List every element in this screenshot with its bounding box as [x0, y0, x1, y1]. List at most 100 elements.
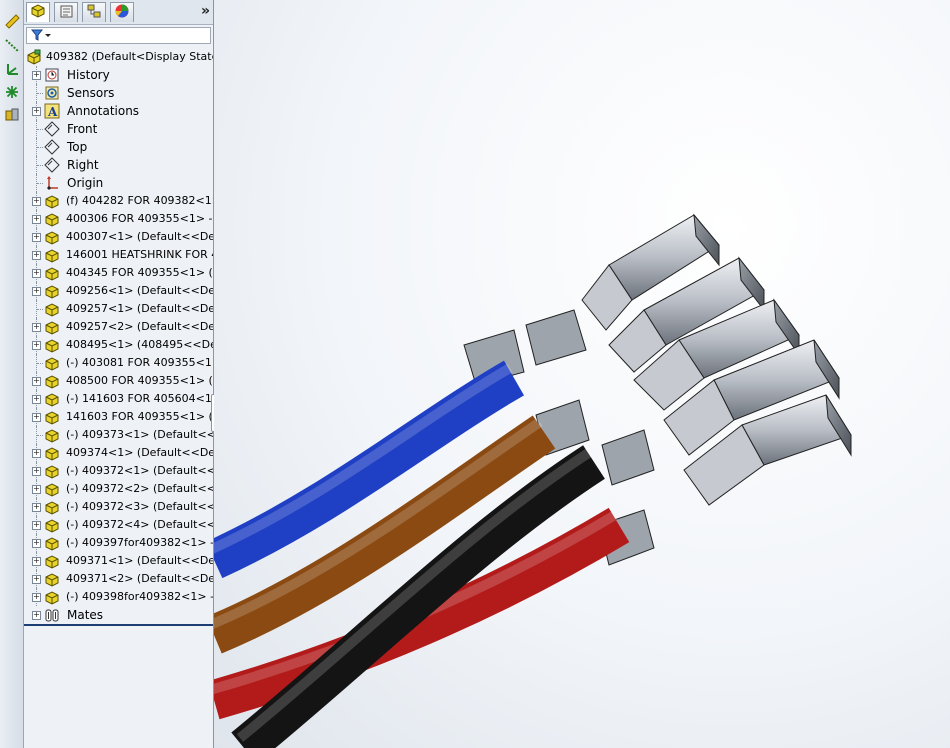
component-item[interactable]: +409371<1> (Default<<Defa [24, 552, 214, 570]
component-item[interactable]: + (-) 409398for409382<1> -> [24, 588, 213, 606]
tree-item-label: Front [67, 122, 98, 136]
tree-item-right-plane[interactable]: Right [24, 156, 213, 174]
expand-toggle[interactable]: + [32, 323, 41, 332]
smart-dimension-icon[interactable] [3, 12, 21, 30]
tree-item-top-plane[interactable]: Top [24, 138, 213, 156]
reference-point-icon[interactable] [3, 83, 21, 101]
component-label: 404345 FOR 409355<1> (De [66, 266, 214, 279]
tree-item-mates[interactable]: + Mates [24, 606, 213, 624]
expand-toggle[interactable]: + [32, 539, 41, 548]
component-label: 409256<1> (Default<<Defa [66, 284, 214, 297]
component-item[interactable]: +146001 HEATSHRINK FOR 40 [24, 246, 213, 264]
component-item[interactable]: + (-) 409397for409382<1> -> [24, 534, 214, 552]
feature-tree-icon [30, 3, 46, 22]
expand-panel-button[interactable]: » [201, 3, 210, 19]
crimp-tab [525, 309, 587, 366]
component-item[interactable]: +408495<1> (408495<<Defau [24, 336, 213, 354]
component-item[interactable]: +409374<1> (Default<<Defa [24, 444, 214, 462]
component-item[interactable]: +409371<2> (Default<<Defa [24, 570, 214, 588]
tree-item-front-plane[interactable]: Front [24, 120, 213, 138]
assembly-icon [44, 463, 60, 479]
component-item[interactable]: +408500 FOR 409355<1> (De [24, 372, 213, 390]
expand-toggle[interactable]: + [32, 197, 41, 206]
expand-toggle[interactable]: + [32, 449, 41, 458]
tree-connector [37, 147, 43, 148]
component-label: (f) 404282 FOR 409382<1> - [66, 194, 214, 207]
expand-toggle[interactable]: + [32, 485, 41, 494]
expand-toggle[interactable]: + [32, 557, 41, 566]
tree-item-label: Annotations [67, 104, 140, 118]
component-item[interactable]: (-) 403081 FOR 409355<1> ( [24, 354, 213, 372]
sketch-line-icon[interactable] [3, 36, 21, 54]
tree-item-origin[interactable]: Origin [24, 174, 213, 192]
assembly-icon [44, 193, 60, 209]
component-label: (-) 409372<4> (Default<<De [66, 518, 213, 531]
component-item[interactable]: + (-) 141603 FOR 405604<1> ( [24, 390, 213, 408]
assembly-icon [44, 535, 60, 551]
mate-icon[interactable] [3, 106, 21, 124]
component-item[interactable]: + (-) 409372<4> (Default<<De [24, 516, 213, 534]
expand-toggle[interactable]: + [32, 71, 41, 80]
sensors-icon [44, 85, 60, 101]
component-item[interactable]: + (f) 404282 FOR 409382<1> - [24, 192, 214, 210]
assembly-icon [26, 49, 42, 65]
expand-toggle[interactable]: + [32, 413, 41, 422]
component-item[interactable]: 409257<1> (Default<<Defa [24, 300, 214, 318]
assembly-icon [44, 283, 60, 299]
expand-toggle[interactable]: + [32, 467, 41, 476]
filter-icon[interactable] [30, 29, 53, 45]
assembly-icon [44, 391, 60, 407]
component-label: (-) 409372<3> (Default<<De [66, 500, 213, 513]
tree-item-annotations[interactable]: + A Annotations [24, 102, 213, 120]
component-item[interactable]: + (-) 409372<1> (Default<<De [24, 462, 213, 480]
assembly-icon [44, 319, 60, 335]
expand-toggle[interactable]: + [32, 521, 41, 530]
display-manager-tab[interactable] [110, 2, 134, 22]
expand-toggle[interactable]: + [32, 341, 41, 350]
component-label: 408495<1> (408495<<Defau [66, 338, 213, 351]
assembly-icon [44, 553, 60, 569]
expand-toggle[interactable]: + [32, 269, 41, 278]
expand-toggle[interactable]: + [32, 215, 41, 224]
component-item[interactable]: + (-) 409372<2> (Default<<De [24, 480, 213, 498]
component-item[interactable]: (-) 409373<1> (Default<<De [24, 426, 213, 444]
expand-toggle[interactable]: + [32, 107, 41, 116]
assembly-icon [44, 355, 60, 371]
svg-text:A: A [47, 105, 58, 119]
component-label: 409374<1> (Default<<Defa [66, 446, 214, 459]
property-manager-tab[interactable] [54, 2, 78, 22]
expand-toggle[interactable]: + [32, 233, 41, 242]
component-label: (-) 409397for409382<1> -> [66, 536, 214, 549]
expand-toggle[interactable]: + [32, 377, 41, 386]
component-label: 409371<2> (Default<<Defa [66, 572, 214, 585]
expand-toggle[interactable]: + [32, 287, 41, 296]
expand-toggle[interactable]: + [32, 395, 41, 404]
component-item[interactable]: +409257<2> (Default<<Defa [24, 318, 213, 336]
tree-root[interactable]: 409382 (Default<Display State- [24, 48, 213, 66]
assembly-model[interactable] [214, 0, 950, 748]
mates-icon [44, 607, 60, 623]
component-item[interactable]: +400307<1> (Default<<Defa [24, 228, 213, 246]
component-label: 409257<1> (Default<<Defa [66, 302, 214, 315]
coordinate-system-icon[interactable] [3, 60, 21, 78]
expand-toggle[interactable]: + [32, 251, 41, 260]
tree-filter-box[interactable] [26, 27, 211, 44]
tree-item-sensors[interactable]: Sensors [24, 84, 213, 102]
tree-connector [37, 363, 43, 364]
component-label: (-) 409373<1> (Default<<De [66, 428, 213, 441]
component-label: 409371<1> (Default<<Defa [66, 554, 214, 567]
configuration-manager-tab[interactable] [82, 2, 106, 22]
component-item[interactable]: +404345 FOR 409355<1> (De [24, 264, 214, 282]
component-item[interactable]: +141603 FOR 409355<1> (De [24, 408, 213, 426]
graphics-viewport[interactable] [214, 0, 950, 748]
expand-toggle[interactable]: + [32, 611, 41, 620]
feature-manager-tab[interactable] [26, 2, 50, 22]
expand-toggle[interactable]: + [32, 593, 41, 602]
expand-toggle[interactable]: + [32, 575, 41, 584]
component-item[interactable]: + (-) 409372<3> (Default<<De [24, 498, 213, 516]
expand-toggle[interactable]: + [32, 503, 41, 512]
tree-item-history[interactable]: + History [24, 66, 213, 84]
assembly-icon [44, 445, 60, 461]
component-item[interactable]: +400306 FOR 409355<1> -> ( [24, 210, 213, 228]
component-item[interactable]: +409256<1> (Default<<Defa [24, 282, 214, 300]
